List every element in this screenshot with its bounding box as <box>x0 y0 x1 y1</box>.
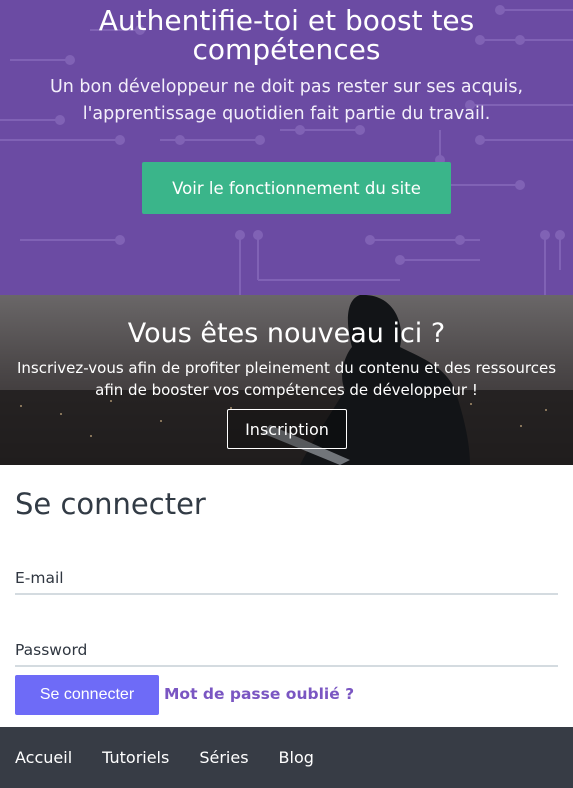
password-label: Password <box>15 641 88 659</box>
hero-title: Authentifie-toi et boost tes compétences <box>98 4 475 66</box>
footer-link-series[interactable]: Séries <box>199 748 248 767</box>
how-it-works-button[interactable]: Voir le fonctionnement du site <box>142 162 451 214</box>
password-input[interactable] <box>15 637 558 667</box>
banner-text: Inscrivez-vous afin de profiter pleineme… <box>16 359 557 399</box>
login-submit-button[interactable]: Se connecter <box>15 675 159 715</box>
hero-subtitle: Un bon développeur ne doit pas rester su… <box>49 77 524 124</box>
forgot-password-link[interactable]: Mot de passe oublié ? <box>164 685 354 703</box>
banner-title: Vous êtes nouveau ici ? <box>127 318 446 349</box>
email-label: E-mail <box>15 569 64 587</box>
signup-banner: Vous êtes nouveau ici ? Inscrivez-vous a… <box>0 295 573 465</box>
login-title: Se connecter <box>15 487 206 521</box>
email-input[interactable] <box>15 565 558 595</box>
footer-link-accueil[interactable]: Accueil <box>15 748 72 767</box>
footer-link-blog[interactable]: Blog <box>279 748 314 767</box>
signup-button[interactable]: Inscription <box>227 409 347 449</box>
hero-section: Authentifie-toi et boost tes compétences… <box>0 0 573 295</box>
footer-nav: Accueil Tutoriels Séries Blog <box>0 727 573 788</box>
login-section: Se connecter E-mail Password Se connecte… <box>0 465 573 727</box>
footer-link-tutoriels[interactable]: Tutoriels <box>102 748 169 767</box>
